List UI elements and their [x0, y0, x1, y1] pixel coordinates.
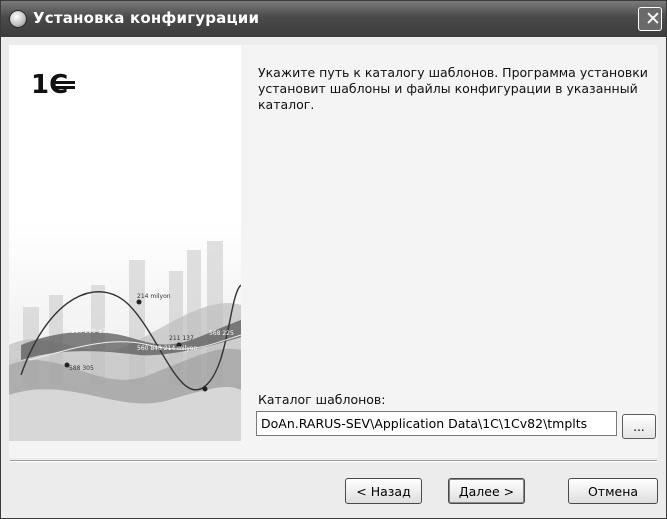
- side-banner: 214 milyon 560 210 ±20 211 137 568 225 5…: [9, 45, 241, 441]
- instruction-text: Укажите путь к каталогу шаблонов. Програ…: [258, 65, 648, 112]
- template-directory-label: Каталог шаблонов:: [258, 392, 386, 407]
- close-button[interactable]: ✕: [638, 7, 662, 31]
- svg-text:560 210 ±20: 560 210 ±20: [71, 328, 111, 335]
- svg-text:560 848 214 milyon: 560 848 214 milyon: [137, 345, 197, 352]
- footer-separator: [10, 460, 657, 462]
- svg-text:588 305: 588 305: [69, 365, 94, 372]
- browse-button[interactable]: ...: [622, 414, 656, 439]
- svg-text:211 137: 211 137: [169, 335, 194, 342]
- template-directory-input[interactable]: [256, 411, 617, 436]
- title-bar[interactable]: Установка конфигурации ✕: [1, 1, 666, 37]
- svg-text:1С: 1С: [31, 70, 68, 100]
- dialog-body: 214 milyon 560 210 ±20 211 137 568 225 5…: [9, 45, 658, 458]
- back-button[interactable]: < Назад: [345, 478, 422, 504]
- window-title: Установка конфигурации: [33, 9, 260, 27]
- banner-graphic: 214 milyon 560 210 ±20 211 137 568 225 5…: [9, 45, 241, 441]
- svg-text:568 225: 568 225: [209, 330, 234, 337]
- svg-text:214 milyon: 214 milyon: [137, 293, 171, 300]
- cancel-button[interactable]: Отмена: [568, 478, 658, 504]
- next-button[interactable]: Далее >: [448, 478, 525, 504]
- installer-window: Установка конфигурации ✕ 214 milyon 560 …: [0, 0, 667, 519]
- app-icon: [9, 10, 27, 28]
